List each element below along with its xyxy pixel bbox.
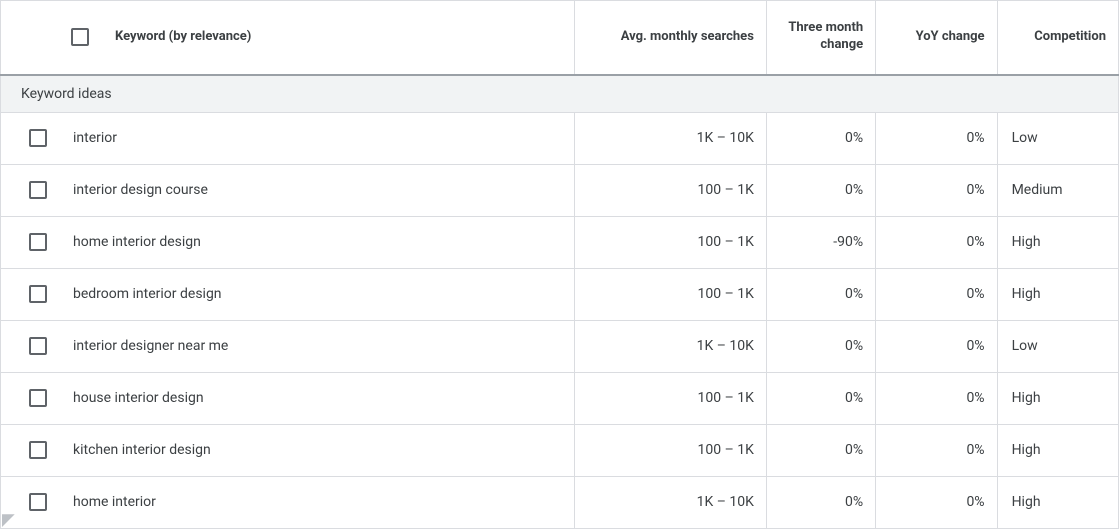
table-row[interactable]: interior designer near me1K – 10K0%0%Low (1, 320, 1119, 372)
keyword-text: home interior (73, 494, 156, 510)
row-checkbox[interactable] (29, 337, 47, 355)
select-all-checkbox[interactable] (71, 28, 89, 46)
row-checkbox[interactable] (29, 493, 47, 511)
col-header-keyword[interactable]: Keyword (by relevance) (115, 29, 251, 46)
yoy-change: 0% (876, 164, 997, 216)
col-header-three-month[interactable]: Three month change (766, 1, 875, 75)
three-month-change: 0% (766, 268, 875, 320)
competition: High (997, 372, 1118, 424)
avg-monthly-searches: 100 – 1K (574, 216, 766, 268)
keyword-plan-table: Keyword (by relevance) Avg. monthly sear… (0, 0, 1119, 529)
row-checkbox[interactable] (29, 441, 47, 459)
three-month-change: 0% (766, 320, 875, 372)
keyword-text: kitchen interior design (73, 442, 211, 458)
avg-monthly-searches: 100 – 1K (574, 372, 766, 424)
table-row[interactable]: interior1K – 10K0%0%Low (1, 112, 1119, 164)
avg-monthly-searches: 100 – 1K (574, 424, 766, 476)
competition: High (997, 268, 1118, 320)
three-month-change: 0% (766, 164, 875, 216)
keyword-text: interior design course (73, 182, 208, 198)
competition: High (997, 424, 1118, 476)
table-header-row: Keyword (by relevance) Avg. monthly sear… (1, 1, 1119, 75)
avg-monthly-searches: 1K – 10K (574, 476, 766, 528)
avg-monthly-searches: 1K – 10K (574, 112, 766, 164)
three-month-change: 0% (766, 112, 875, 164)
table-row[interactable]: interior design course100 – 1K0%0%Medium (1, 164, 1119, 216)
col-header-avg-searches[interactable]: Avg. monthly searches (574, 1, 766, 75)
three-month-change: 0% (766, 424, 875, 476)
table-row[interactable]: kitchen interior design100 – 1K0%0%High (1, 424, 1119, 476)
yoy-change: 0% (876, 320, 997, 372)
yoy-change: 0% (876, 216, 997, 268)
competition: High (997, 476, 1118, 528)
competition: Low (997, 112, 1118, 164)
keyword-text: interior designer near me (73, 338, 228, 354)
three-month-change: -90% (766, 216, 875, 268)
table-row[interactable]: home interior design 100 – 1K-90%0%High (1, 216, 1119, 268)
col-header-yoy[interactable]: YoY change (876, 1, 997, 75)
yoy-change: 0% (876, 112, 997, 164)
row-checkbox[interactable] (29, 129, 47, 147)
avg-monthly-searches: 100 – 1K (574, 268, 766, 320)
table-row[interactable]: house interior design100 – 1K0%0%High (1, 372, 1119, 424)
competition: High (997, 216, 1118, 268)
avg-monthly-searches: 1K – 10K (574, 320, 766, 372)
three-month-change: 0% (766, 372, 875, 424)
keyword-text: home interior design (73, 234, 201, 250)
keyword-text: bedroom interior design (73, 286, 222, 302)
row-checkbox[interactable] (29, 389, 47, 407)
competition: Low (997, 320, 1118, 372)
table-row[interactable]: home interior1K – 10K0%0%High (1, 476, 1119, 528)
yoy-change: 0% (876, 424, 997, 476)
avg-monthly-searches: 100 – 1K (574, 164, 766, 216)
three-month-change: 0% (766, 476, 875, 528)
yoy-change: 0% (876, 372, 997, 424)
section-header-label: Keyword ideas (1, 75, 1119, 113)
competition: Medium (997, 164, 1118, 216)
col-header-competition[interactable]: Competition (997, 1, 1118, 75)
row-checkbox[interactable] (29, 181, 47, 199)
section-header-row: Keyword ideas (1, 75, 1119, 113)
row-checkbox[interactable] (29, 233, 47, 251)
table-row[interactable]: bedroom interior design100 – 1K0%0%High (1, 268, 1119, 320)
row-checkbox[interactable] (29, 285, 47, 303)
yoy-change: 0% (876, 268, 997, 320)
keyword-text: interior (73, 130, 117, 146)
yoy-change: 0% (876, 476, 997, 528)
keyword-text: house interior design (73, 390, 204, 406)
